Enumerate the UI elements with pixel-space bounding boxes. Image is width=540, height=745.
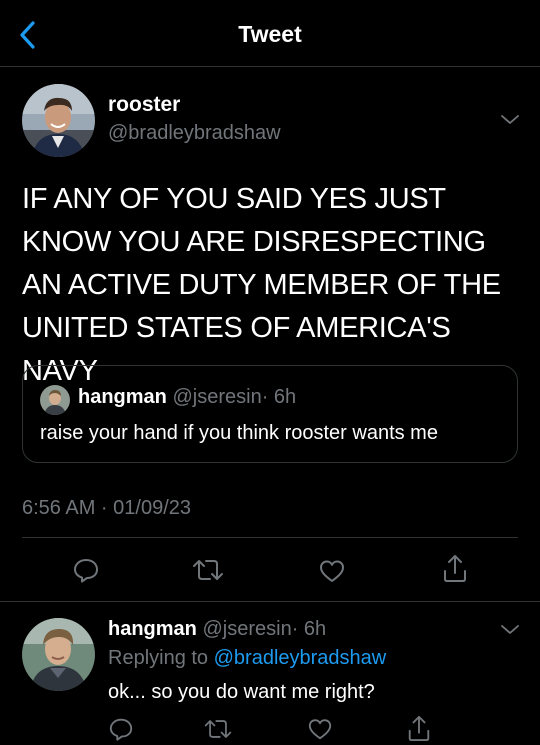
reply-text: ok... so you do want me right? xyxy=(108,681,375,703)
quoted-header: hangman @jseresin· 6h xyxy=(78,386,296,409)
like-icon xyxy=(308,719,332,740)
replying-to-label: Replying to xyxy=(108,647,209,669)
quoted-time: · 6h xyxy=(261,386,297,408)
reply-retweet-button[interactable] xyxy=(203,716,233,742)
top-bar: Tweet xyxy=(0,0,540,67)
chevron-down-icon xyxy=(501,115,519,124)
share-button[interactable] xyxy=(441,552,469,584)
divider xyxy=(22,537,518,538)
quoted-tweet[interactable]: hangman @jseresin· 6h raise your hand if… xyxy=(22,365,518,463)
retweet-icon xyxy=(193,560,223,580)
author-handle[interactable]: @bradleybradshaw xyxy=(108,122,281,145)
user-photo xyxy=(40,385,70,415)
quoted-author-handle: @jseresin xyxy=(172,386,262,408)
reply-reply-button[interactable] xyxy=(108,716,134,742)
tweet-text: IF ANY OF YOU SAID YES JUST KNOW YOU ARE… xyxy=(22,183,501,387)
reply-icon xyxy=(109,718,133,741)
more-options-button[interactable] xyxy=(498,110,522,128)
user-photo xyxy=(22,84,95,157)
tweet-timestamp: 6:56 AM · 01/09/23 xyxy=(22,497,192,519)
like-button[interactable] xyxy=(317,557,347,585)
quoted-text: raise your hand if you think rooster wan… xyxy=(40,422,438,444)
divider xyxy=(0,601,540,602)
quoted-author-name: hangman xyxy=(78,386,167,408)
page-title: Tweet xyxy=(238,21,302,47)
quoted-avatar xyxy=(40,385,70,415)
reply-author-handle[interactable]: @jseresin xyxy=(202,618,291,640)
replying-to: Replying to @bradleybradshaw xyxy=(108,647,386,670)
reply-author-name[interactable]: hangman xyxy=(108,618,197,640)
reply-share-button[interactable] xyxy=(406,713,432,743)
chevron-down-icon xyxy=(501,625,519,634)
replying-to-link[interactable]: @bradleybradshaw xyxy=(214,647,387,669)
user-photo xyxy=(22,618,95,691)
share-icon xyxy=(444,555,466,582)
like-icon xyxy=(320,560,344,582)
retweet-button[interactable] xyxy=(191,556,225,584)
share-icon xyxy=(408,715,430,741)
avatar-hangman[interactable] xyxy=(22,618,95,691)
reply-time: · 6h xyxy=(291,618,327,640)
reply-like-button[interactable] xyxy=(306,716,334,742)
reply-icon xyxy=(74,559,98,583)
reply-more-options-button[interactable] xyxy=(498,620,522,638)
reply-header: hangman @jseresin· 6h xyxy=(108,618,326,641)
reply-button[interactable] xyxy=(72,556,100,584)
retweet-icon xyxy=(204,720,232,738)
avatar-rooster[interactable] xyxy=(22,84,95,157)
author-name[interactable]: rooster xyxy=(108,93,180,117)
